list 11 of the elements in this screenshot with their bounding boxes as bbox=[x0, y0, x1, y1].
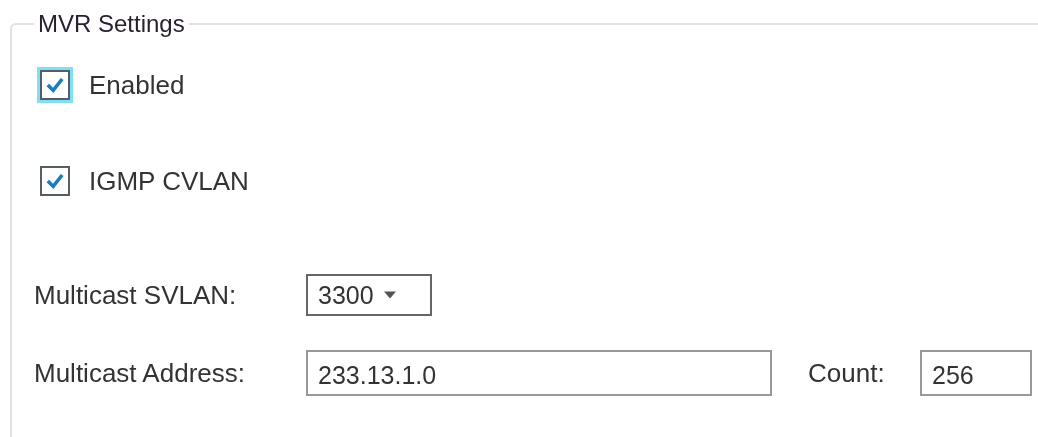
field-label: Count: bbox=[808, 357, 886, 389]
field-label: Multicast SVLAN: bbox=[34, 279, 238, 311]
field-label: Multicast Address: bbox=[34, 357, 246, 389]
caret-icon bbox=[383, 291, 396, 299]
group-title: MVR Settings bbox=[37, 10, 186, 38]
checkbox-label: IGMP CVLAN bbox=[89, 165, 249, 197]
checkbox-label: Enabled bbox=[89, 69, 185, 101]
address-field[interactable]: 233.13.1.0 bbox=[306, 350, 772, 396]
checkbox[interactable] bbox=[40, 166, 70, 196]
svlan-dropdown[interactable]: 3300 bbox=[306, 274, 432, 316]
count-field[interactable]: 256 bbox=[920, 350, 1032, 396]
